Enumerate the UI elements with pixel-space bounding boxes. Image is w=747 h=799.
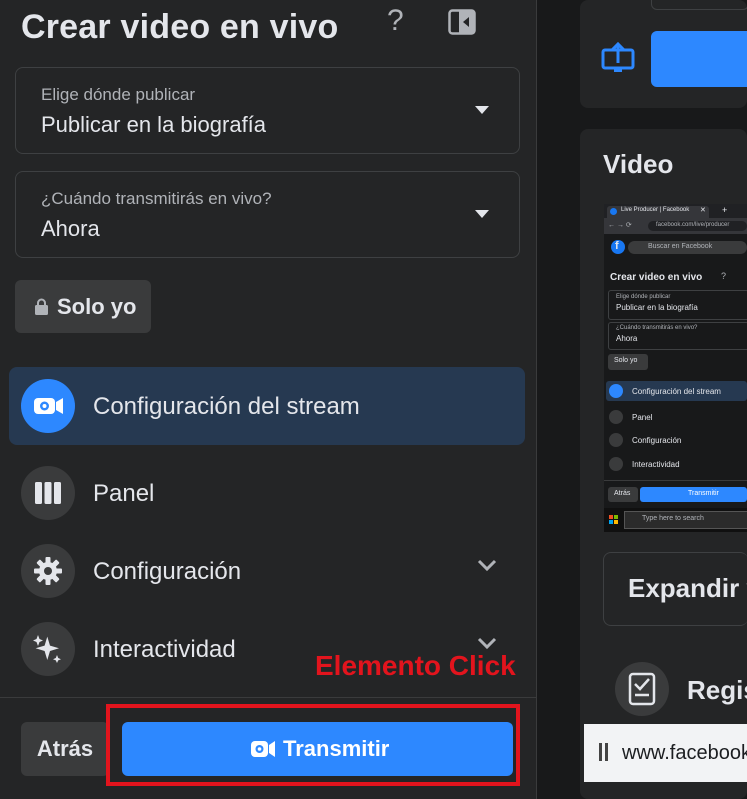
thumb-privacy: Solo yo <box>614 357 638 364</box>
caret-down-icon <box>475 106 489 114</box>
chevron-down-icon[interactable] <box>477 558 497 572</box>
video-camera-icon <box>21 379 75 433</box>
thumb-stream: Transmitir <box>688 490 719 497</box>
collapse-panel-icon[interactable] <box>448 9 476 35</box>
thumb-back: Atrás <box>614 490 631 497</box>
publish-location-label: Elige dónde publicar <box>41 85 196 104</box>
caret-down-icon <box>475 210 489 218</box>
menu-item-stream-settings[interactable]: Configuración del stream <box>9 367 525 445</box>
thumb-tab-title: Live Producer | Facebook <box>621 207 690 213</box>
when-live-value: Ahora <box>41 216 100 241</box>
privacy-label: Solo yo <box>57 294 137 319</box>
video-section-title: Video <box>603 149 674 179</box>
privacy-button[interactable]: Solo yo <box>15 280 151 333</box>
thumb-publish-value: Publicar en la biografía <box>616 303 698 312</box>
expand-label: Expandir v <box>628 573 747 603</box>
thumb-menu-item: Configuración <box>632 436 682 445</box>
thumb-title: Crear video en vivo <box>610 272 703 283</box>
top-field[interactable] <box>651 0 747 10</box>
status-url: www.facebook.c <box>622 742 747 764</box>
chevron-down-icon[interactable] <box>477 636 497 650</box>
lock-icon <box>35 298 48 315</box>
share-screen-icon[interactable] <box>601 42 635 74</box>
page-title: Crear video en vivo <box>21 8 339 46</box>
menu-item-label: Interactividad <box>93 636 236 663</box>
back-button[interactable]: Atrás <box>21 722 109 776</box>
footer-divider <box>0 697 536 698</box>
click-highlight-box <box>106 704 520 786</box>
thumb-search: Buscar en Facebook <box>648 243 713 250</box>
expand-section[interactable]: Expandir v <box>603 552 747 626</box>
thumb-menu-item: Configuración del stream <box>632 387 721 396</box>
menu-item-configuration[interactable]: Configuración <box>9 532 525 610</box>
menu-item-label: Panel <box>93 480 155 507</box>
help-icon[interactable]: ? <box>387 4 404 38</box>
back-button-label: Atrás <box>36 736 94 761</box>
thumb-menu-item: Panel <box>632 413 653 422</box>
video-preview-thumbnail: Live Producer | Facebook ✕ + ← → ⟳ faceb… <box>604 204 747 532</box>
checklist-icon <box>615 662 669 716</box>
publish-location-dropdown[interactable]: Elige dónde publicar Publicar en la biog… <box>15 67 520 154</box>
panel-columns-icon <box>21 466 75 520</box>
thumb-when-value: Ahora <box>616 334 638 343</box>
pause-icon[interactable] <box>598 743 610 761</box>
menu-item-panel[interactable]: Panel <box>9 454 525 532</box>
gear-icon <box>21 544 75 598</box>
click-annotation-label: Elemento Click <box>315 650 516 681</box>
menu-item-label: Configuración <box>93 558 242 585</box>
menu-item-label: Configuración del stream <box>93 393 360 420</box>
browser-status-bar: www.facebook.c <box>584 724 747 782</box>
sparkles-icon <box>21 622 75 676</box>
register-label: Regis <box>687 675 747 705</box>
when-live-label: ¿Cuándo transmitirás en vivo? <box>41 189 272 208</box>
thumb-when-label: ¿Cuándo transmitirás en vivo? <box>616 325 698 331</box>
thumb-url: facebook.com/live/producer <box>656 222 730 228</box>
primary-action-button[interactable] <box>651 31 747 87</box>
when-live-dropdown[interactable]: ¿Cuándo transmitirás en vivo? Ahora <box>15 171 520 258</box>
publish-location-value: Publicar en la biografía <box>41 112 267 137</box>
thumb-taskbar-search: Type here to search <box>642 515 704 522</box>
thumb-menu-item: Interactividad <box>632 460 680 469</box>
thumb-publish-label: Elige dónde publicar <box>616 294 671 300</box>
